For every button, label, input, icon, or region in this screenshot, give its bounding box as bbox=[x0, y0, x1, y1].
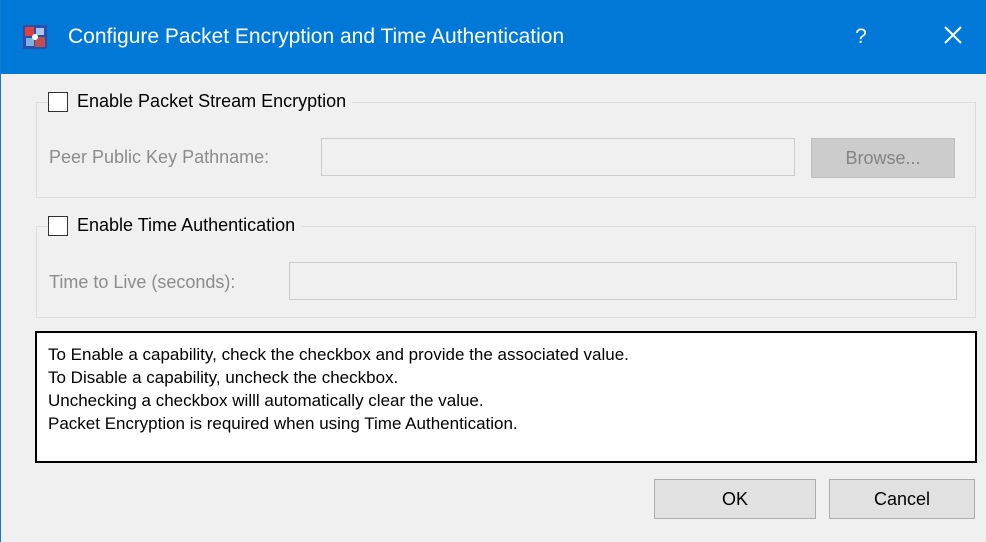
dialog-window: Configure Packet Encryption and Time Aut… bbox=[0, 0, 986, 542]
close-button[interactable] bbox=[925, 0, 981, 74]
info-line: Unchecking a checkbox willl automaticall… bbox=[48, 391, 484, 410]
browse-button[interactable]: Browse... bbox=[811, 138, 955, 178]
encryption-checkbox[interactable] bbox=[48, 91, 68, 112]
time-auth-checkbox-label[interactable]: Enable Time Authentication bbox=[77, 215, 295, 236]
info-line: To Enable a capability, check the checkb… bbox=[48, 345, 629, 364]
time-auth-checkbox-row[interactable]: Enable Time Authentication bbox=[48, 215, 302, 236]
ttl-label: Time to Live (seconds): bbox=[49, 272, 236, 292]
network-config-icon bbox=[23, 25, 47, 49]
peer-key-input[interactable] bbox=[321, 138, 795, 176]
info-box: To Enable a capability, check the checkb… bbox=[35, 331, 977, 463]
help-button[interactable]: ? bbox=[839, 0, 883, 74]
info-line: Packet Encryption is required when using… bbox=[48, 414, 518, 433]
cancel-button[interactable]: Cancel bbox=[829, 479, 975, 519]
encryption-checkbox-row[interactable]: Enable Packet Stream Encryption bbox=[48, 91, 353, 112]
ok-button[interactable]: OK bbox=[654, 479, 816, 519]
ttl-input[interactable] bbox=[289, 262, 957, 300]
close-icon bbox=[943, 25, 963, 50]
time-auth-checkbox[interactable] bbox=[48, 215, 68, 236]
peer-key-label: Peer Public Key Pathname: bbox=[49, 147, 270, 167]
window-title: Configure Packet Encryption and Time Aut… bbox=[68, 25, 565, 48]
encryption-checkbox-label[interactable]: Enable Packet Stream Encryption bbox=[77, 91, 346, 112]
title-bar[interactable]: Configure Packet Encryption and Time Aut… bbox=[1, 0, 986, 74]
info-line: To Disable a capability, uncheck the che… bbox=[48, 368, 399, 387]
